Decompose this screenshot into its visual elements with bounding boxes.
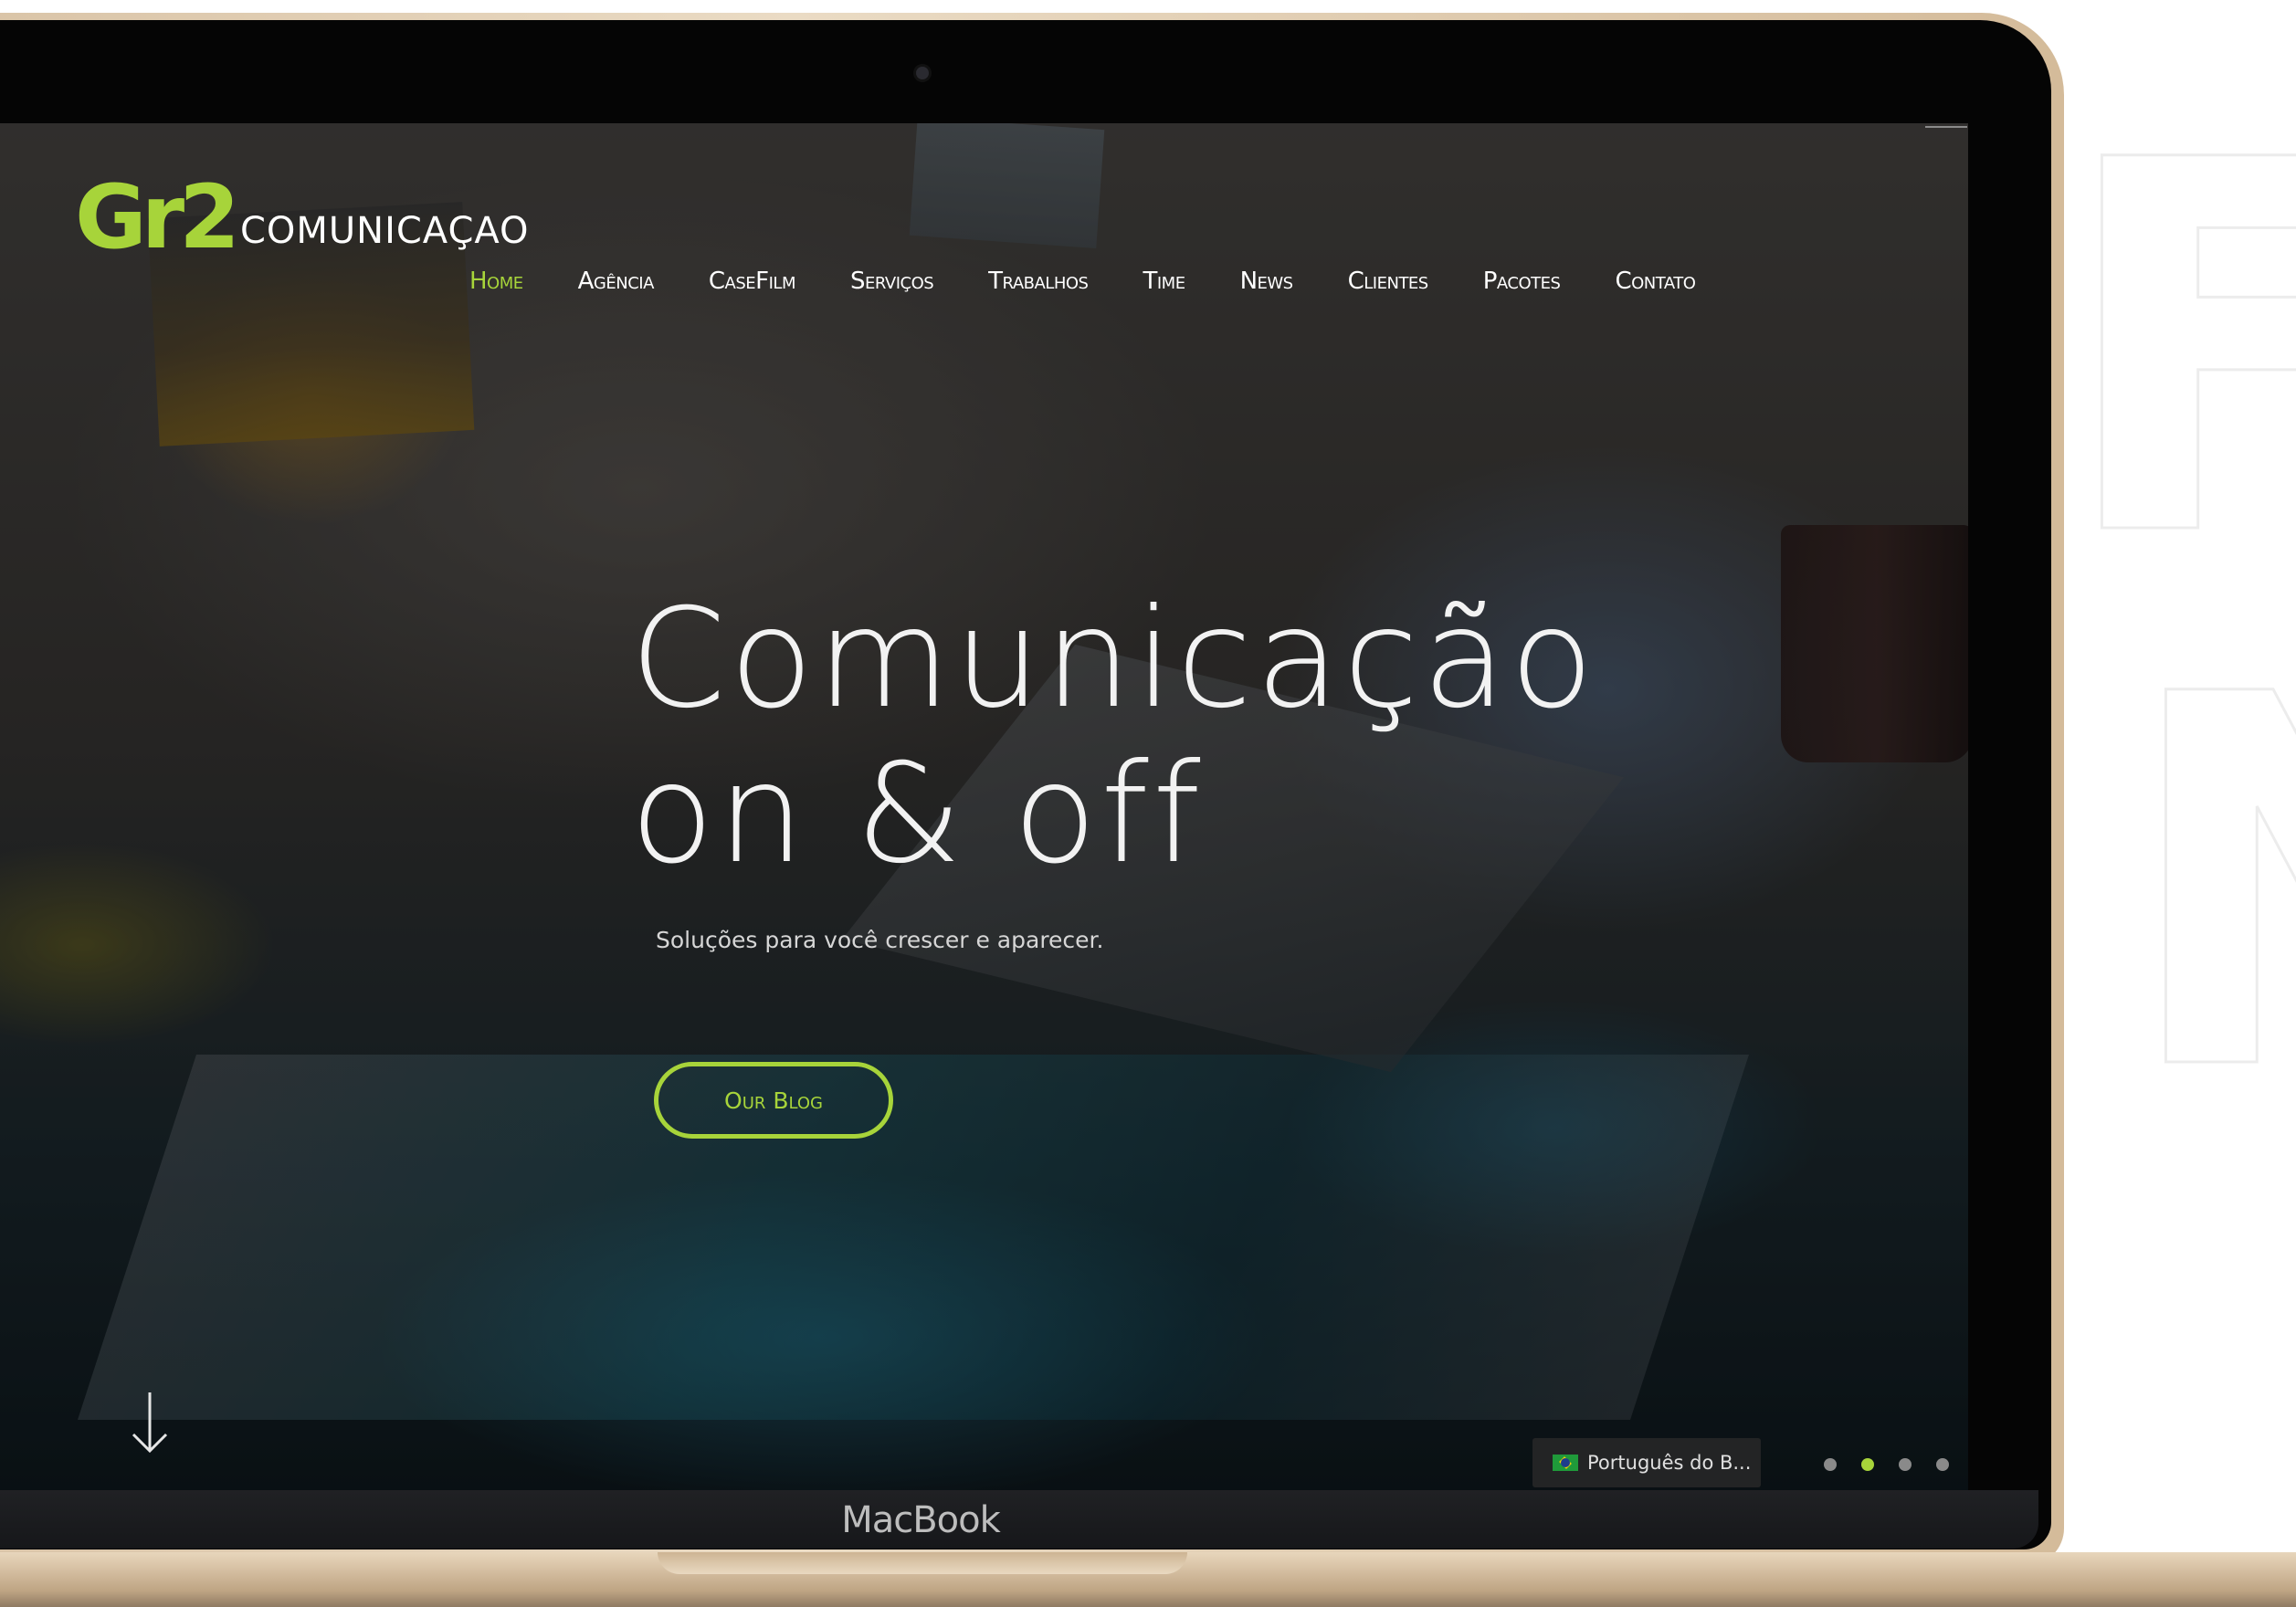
brazil-flag-icon <box>1553 1455 1578 1471</box>
top-indicator-line <box>1925 126 1967 128</box>
nav-item-time[interactable]: Time <box>1143 268 1185 295</box>
laptop-hinge <box>658 1552 1187 1574</box>
nav-item-agencia[interactable]: Agência <box>578 268 655 295</box>
slider-dot-1[interactable] <box>1824 1458 1837 1471</box>
nav-item-servicos[interactable]: Serviços <box>850 268 934 295</box>
hero-title-line-2: on & off <box>630 735 1205 894</box>
nav-item-trabalhos[interactable]: Trabalhos <box>988 268 1089 295</box>
slider-dot-3[interactable] <box>1899 1458 1912 1471</box>
nav-item-home[interactable]: Home <box>469 268 523 295</box>
hero-title: Comunicação on & off <box>630 582 1597 892</box>
nav-item-casefilm[interactable]: CaseFilm <box>709 268 796 295</box>
scroll-down-arrow-icon[interactable] <box>130 1391 170 1455</box>
macbook-label: MacBook <box>841 1499 1001 1541</box>
our-blog-button[interactable]: Our Blog <box>654 1062 893 1139</box>
slider-pagination <box>1824 1458 1949 1471</box>
website-screen: Gr2 COMUNICAÇAO Home Agência CaseFilm Se… <box>0 123 1968 1490</box>
hero-subtitle: Soluções para você crescer e aparecer. <box>656 927 1104 953</box>
language-label: Português do B... <box>1587 1452 1752 1474</box>
camera-icon <box>916 67 929 79</box>
background-letter-f: F <box>2054 54 2296 649</box>
nav-item-pacotes[interactable]: Pacotes <box>1483 268 1561 295</box>
nav-item-contato[interactable]: Contato <box>1615 268 1695 295</box>
slider-dot-4[interactable] <box>1936 1458 1949 1471</box>
logo-wordmark: COMUNICAÇAO <box>239 210 530 252</box>
site-logo[interactable]: Gr2 COMUNICAÇAO <box>75 173 530 261</box>
nav-item-clientes[interactable]: Clientes <box>1348 268 1429 295</box>
language-switcher[interactable]: Português do B... <box>1532 1438 1761 1487</box>
nav-item-news[interactable]: News <box>1240 268 1294 295</box>
hero-title-line-1: Comunicação <box>630 580 1597 739</box>
background-letter-n: N <box>2118 629 2296 1143</box>
logo-mark: Gr2 <box>75 166 240 268</box>
main-nav: Home Agência CaseFilm Serviços Trabalhos… <box>469 268 1750 295</box>
slider-dot-2[interactable] <box>1861 1458 1874 1471</box>
